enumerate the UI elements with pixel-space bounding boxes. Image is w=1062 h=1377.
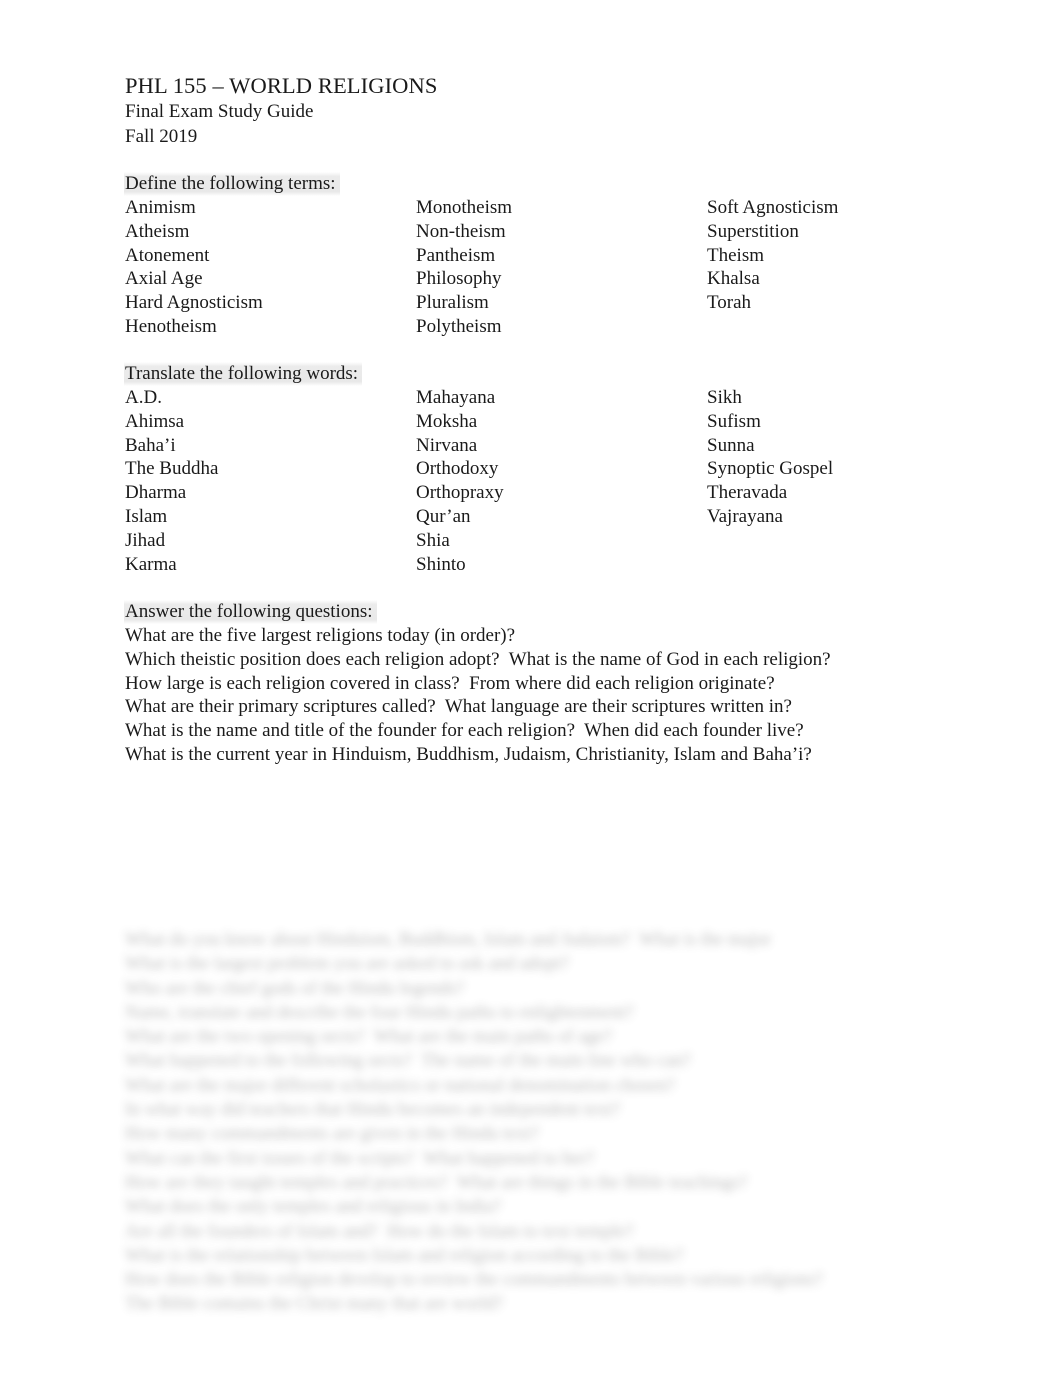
term-item: A.D. [125,387,162,408]
term-item: Pluralism [416,292,489,314]
question-line: What are their primary scriptures called… [125,696,792,718]
obscured-line: How does the Bible religion develop to r… [125,1270,823,1291]
obscured-line: What are the major different scholastics… [125,1075,675,1096]
term-item: Nirvana [416,434,478,456]
translate-section: Translate the following words: A.D. Ahim… [124,362,925,577]
term-item: Hard Agnosticism [125,292,263,314]
document-body: PHL 155 – WORLD RELIGIONS Final Exam Stu… [124,72,925,767]
term-item: Henotheism [125,315,217,337]
obscured-line: What is the largest problem you are aske… [125,954,570,975]
define-column-1: Animism Atheism Atonement Axial Age Hard… [125,196,263,339]
term-item: Sikh [707,387,742,408]
term-item: Khalsa [707,268,760,290]
obscured-line: In what way did teachers that Hindu beco… [125,1100,621,1121]
obscured-line: Who are the chief gods of the Hindu lege… [125,978,465,999]
question-line: How large is each religion covered in cl… [125,672,775,694]
term-item: Ahimsa [125,410,185,432]
term-item: Pantheism [416,244,496,266]
document-subtitle-line2: Fall 2019 [125,126,198,147]
term-item: Islam [125,505,168,527]
define-section: Define the following terms: Animism Athe… [124,172,925,339]
question-line: What is the name and title of the founde… [125,720,804,742]
term-item: Atonement [125,244,210,266]
term-item: Superstition [707,220,799,242]
term-item: Soft Agnosticism [707,197,839,218]
term-item: Non-theism [416,220,506,242]
term-item: Orthopraxy [416,482,504,504]
translate-section-heading: Translate the following words: [124,362,363,386]
term-item: Vajrayana [707,505,783,527]
obscured-line: How are they taught temples and practice… [125,1172,748,1193]
term-item: Polytheism [416,315,502,337]
obscured-line: Name, translate and describe the four Hi… [125,1002,634,1023]
term-item: Axial Age [125,268,203,290]
define-section-heading: Define the following terms: [124,172,340,196]
document-subtitle-line1: Final Exam Study Guide [125,101,314,122]
term-item: Dharma [125,482,187,504]
term-item: Sunna [707,434,755,456]
questions-section: Answer the following questions: What are… [124,600,925,767]
term-item: Karma [125,553,177,575]
translate-column-3: Sikh Sufism Sunna Synoptic Gospel Therav… [707,386,833,529]
term-item: Sufism [707,410,761,432]
term-item: Shinto [416,553,466,575]
obscured-line: What can the first issues of the scripts… [125,1148,595,1169]
page-title: PHL 155 – WORLD RELIGIONS [125,73,438,98]
term-item: Animism [125,197,196,218]
term-item: Monotheism [416,197,513,218]
term-item: Philosophy [416,268,502,290]
obscured-line: What do you know about Hinduism, Buddhis… [125,930,772,950]
term-item: Mahayana [416,387,496,408]
obscured-line: What does the only temples and religious… [125,1197,502,1218]
term-item: Jihad [125,529,166,551]
define-term-columns: Animism Atheism Atonement Axial Age Hard… [125,196,925,339]
obscured-line: How many commandments are given in the H… [125,1124,540,1145]
define-column-3: Soft Agnosticism Superstition Theism Kha… [707,196,838,315]
obscured-line: What are the two opening sects? What are… [125,1027,613,1048]
term-item: Atheism [125,220,190,242]
question-line: What are the five largest religions toda… [125,625,516,646]
question-line: What is the current year in Hinduism, Bu… [125,743,812,765]
translate-column-1: A.D. Ahimsa Baha’i The Buddha Dharma Isl… [125,386,218,576]
term-item: Baha’i [125,434,176,456]
obscured-line: What happened to the following sects? Th… [125,1051,691,1072]
term-item: Theravada [707,482,788,504]
obscured-line: Are all the founders of Islam and? How d… [125,1221,634,1242]
term-item: The Buddha [125,458,219,480]
term-item: Synoptic Gospel [707,458,834,480]
term-item: Shia [416,529,450,551]
define-column-2: Monotheism Non-theism Pantheism Philosop… [416,196,512,339]
obscured-text-block: What do you know about Hinduism, Buddhis… [125,928,935,1318]
document-page: PHL 155 – WORLD RELIGIONS Final Exam Stu… [0,0,1062,1377]
term-item: Torah [707,292,752,314]
term-item: Moksha [416,410,478,432]
questions-section-heading: Answer the following questions: [124,600,377,624]
term-item: Orthodoxy [416,458,499,480]
question-line: Which theistic position does each religi… [125,648,831,670]
term-item: Qur’an [416,505,471,527]
obscured-line: The Bible contains the Christ many that … [125,1294,504,1315]
translate-column-2: Mahayana Moksha Nirvana Orthodoxy Orthop… [416,386,504,576]
term-item: Theism [707,244,764,266]
translate-term-columns: A.D. Ahimsa Baha’i The Buddha Dharma Isl… [125,386,925,577]
obscured-line: What is the relationship between Islam a… [125,1245,684,1266]
